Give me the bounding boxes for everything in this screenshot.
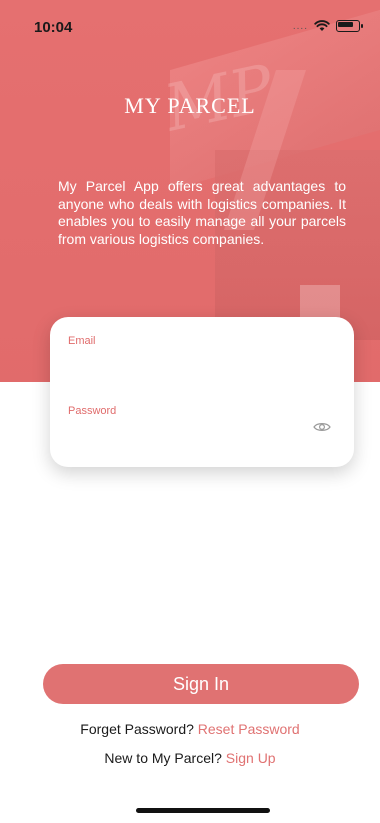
sign-up-link[interactable]: Sign Up — [226, 750, 276, 766]
sign-up-row: New to My Parcel? Sign Up — [0, 750, 380, 766]
home-indicator — [136, 808, 270, 813]
forget-password-text: Forget Password? — [80, 721, 194, 737]
status-time: 10:04 — [34, 19, 73, 36]
status-icons: .... — [292, 20, 363, 32]
wifi-icon — [314, 20, 330, 31]
new-user-text: New to My Parcel? — [104, 750, 222, 766]
reset-password-link[interactable]: Reset Password — [198, 721, 300, 737]
signal-icon: .... — [292, 20, 308, 32]
eye-icon[interactable] — [312, 417, 332, 437]
login-card: Email Password — [50, 317, 354, 467]
email-label: Email — [68, 335, 96, 347]
sign-in-button[interactable]: Sign In — [43, 664, 359, 704]
password-label: Password — [68, 405, 117, 417]
status-bar: 10:04 .... — [0, 0, 380, 50]
password-field[interactable] — [68, 421, 322, 445]
intro-text: My Parcel App offers great advantages to… — [58, 178, 346, 247]
forget-password-row: Forget Password? Reset Password — [0, 721, 380, 737]
battery-icon — [336, 20, 363, 32]
app-title: MY PARCEL — [124, 93, 256, 118]
email-field[interactable] — [68, 351, 322, 375]
